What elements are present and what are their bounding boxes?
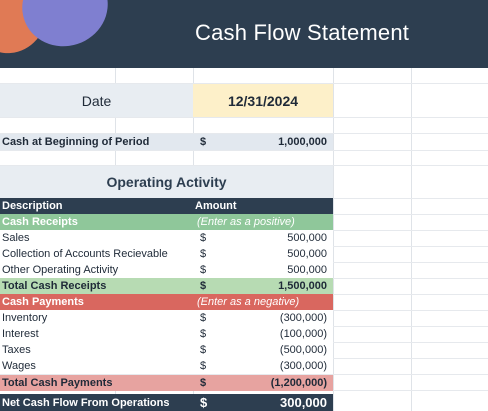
table-row: Inventory $ (300,000) [0, 310, 333, 326]
column-header-row: Description Amount [0, 198, 333, 214]
table-row: Collection of Accounts Recievable $ 500,… [0, 246, 333, 262]
cash-receipts-note: (Enter as a positive) [197, 216, 295, 228]
row-label: Collection of Accounts Recievable [2, 248, 168, 260]
currency-symbol: $ [200, 377, 207, 389]
row-amount[interactable]: (300,000) [223, 310, 333, 326]
cash-payments-label: Cash Payments [2, 296, 84, 308]
currency-symbol: $ [200, 232, 207, 244]
cash-payments-note: (Enter as a negative) [197, 296, 300, 308]
row-amount[interactable]: (500,000) [223, 342, 333, 358]
total-payments-amount: (1,200,000) [270, 377, 327, 389]
row-amount[interactable]: 500,000 [223, 246, 333, 262]
date-label: Date [0, 84, 193, 117]
row-label: Interest [2, 328, 39, 340]
row-amount[interactable]: (100,000) [223, 326, 333, 342]
currency-symbol: $ [200, 344, 207, 356]
row-label: Wages [2, 360, 36, 372]
currency-symbol: $ [200, 248, 207, 260]
total-cash-receipts-row: Total Cash Receipts $ 1,500,000 [0, 278, 333, 294]
currency-symbol: $ [200, 360, 207, 372]
total-receipts-label: Total Cash Receipts [2, 280, 107, 292]
page-title: Cash Flow Statement [195, 20, 410, 45]
date-cell[interactable]: 12/31/2024 [193, 84, 333, 117]
net-cash-flow-row: Net Cash Flow From Operations $ 300,000 [0, 394, 333, 411]
total-payments-label: Total Cash Payments [2, 377, 113, 389]
table-row: Sales $ 500,000 [0, 230, 333, 246]
column-header-description: Description [2, 200, 63, 212]
currency-symbol: $ [200, 280, 207, 292]
total-receipts-amount: 1,500,000 [278, 280, 327, 292]
column-header-amount: Amount [195, 200, 237, 212]
row-label: Inventory [2, 312, 48, 324]
beginning-cash-amount[interactable]: 1,000,000 [223, 134, 333, 150]
beginning-cash-row: Cash at Beginning of Period $ 1,000,000 [0, 134, 333, 150]
beginning-cash-label: Cash at Beginning of Period [2, 136, 150, 148]
row-label: Other Operating Activity [2, 264, 119, 276]
table-row: Taxes $ (500,000) [0, 342, 333, 358]
row-amount[interactable]: 500,000 [223, 230, 333, 246]
decorative-purple-shape [11, 0, 119, 58]
header-banner: Cash Flow Statement [0, 0, 488, 68]
row-amount[interactable]: 500,000 [223, 262, 333, 278]
net-cash-flow-label: Net Cash Flow From Operations [2, 396, 170, 409]
currency-symbol: $ [200, 312, 207, 324]
cash-payments-header-row: Cash Payments (Enter as a negative) [0, 294, 333, 310]
currency-symbol: $ [200, 264, 207, 276]
table-row: Other Operating Activity $ 500,000 [0, 262, 333, 278]
net-cash-flow-amount: 300,000 [280, 395, 327, 410]
currency-symbol: $ [200, 328, 207, 340]
cash-receipts-header-row: Cash Receipts (Enter as a positive) [0, 214, 333, 230]
section-title-operating: Operating Activity [0, 166, 333, 198]
currency-symbol: $ [200, 395, 208, 410]
table-row: Interest $ (100,000) [0, 326, 333, 342]
total-cash-payments-row: Total Cash Payments $ (1,200,000) [0, 375, 333, 391]
table-row: Wages $ (300,000) [0, 358, 333, 374]
row-amount[interactable]: (300,000) [223, 358, 333, 374]
row-label: Taxes [2, 344, 31, 356]
row-label: Sales [2, 232, 30, 244]
currency-symbol: $ [200, 136, 207, 148]
cash-receipts-label: Cash Receipts [2, 216, 78, 228]
